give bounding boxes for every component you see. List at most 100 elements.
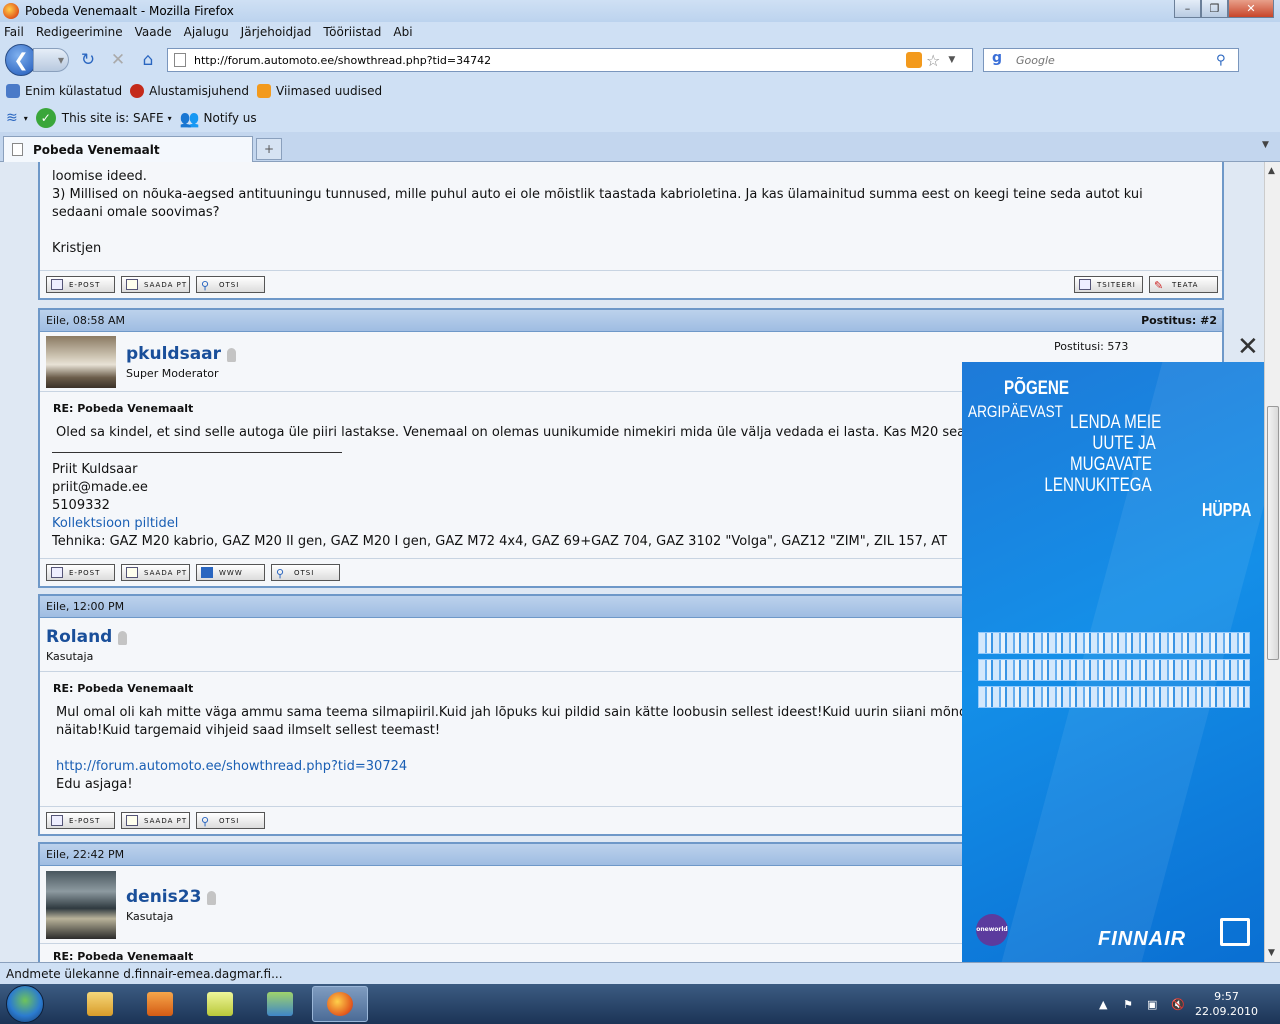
email-button[interactable]: E-POST bbox=[46, 812, 115, 829]
search-button[interactable]: ⚲ OTSI bbox=[196, 276, 265, 293]
stop-icon[interactable]: ✕ bbox=[107, 49, 129, 71]
sig-collection-link[interactable]: Kollektsioon piltidel bbox=[52, 516, 178, 531]
bookmark-most-visited[interactable]: Enim külastatud bbox=[6, 84, 122, 98]
wifi-icon[interactable]: ≋ bbox=[6, 110, 18, 126]
url-dropdown-icon[interactable]: ▼ bbox=[948, 55, 955, 65]
start-button[interactable] bbox=[6, 985, 44, 1023]
tab-list-icon[interactable]: ▼ bbox=[1262, 140, 1276, 158]
close-window-button[interactable]: ✕ bbox=[1228, 0, 1274, 18]
quote-button[interactable]: TSITEERI bbox=[1074, 276, 1143, 293]
tab-pobeda[interactable]: Pobeda Venemaalt bbox=[3, 136, 253, 162]
offline-status-icon bbox=[227, 348, 237, 362]
minimize-button[interactable]: – bbox=[1174, 0, 1201, 18]
post2-username[interactable]: pkuldsaar bbox=[126, 344, 221, 364]
menu-fail[interactable]: Fail bbox=[4, 25, 24, 39]
scroll-up-icon[interactable]: ▲ bbox=[1268, 166, 1275, 176]
finnair-ad[interactable]: PÕGENE ARGIPÄEVAST LENDA MEIE UUTE JA MU… bbox=[962, 362, 1264, 962]
show-hidden-icons[interactable]: ▲ bbox=[1099, 998, 1113, 1011]
url-input[interactable] bbox=[194, 53, 894, 67]
taskbar-sticky-notes[interactable] bbox=[192, 986, 248, 1022]
send-pm-button[interactable]: SAADA PT bbox=[121, 276, 190, 293]
messenger-icon bbox=[267, 992, 293, 1016]
address-bar[interactable]: ☆ ▼ bbox=[167, 48, 973, 72]
google-engine-icon[interactable]: g bbox=[986, 50, 1008, 70]
search-button[interactable]: ⚲ OTSI bbox=[271, 564, 340, 581]
taskbar-firefox[interactable] bbox=[312, 986, 368, 1022]
avatar[interactable] bbox=[46, 335, 116, 388]
menu-vaade[interactable]: Vaade bbox=[135, 25, 172, 39]
status-bar: Andmete ülekanne d.finnair-emea.dagmar.f… bbox=[0, 962, 1280, 984]
network-icon[interactable]: ▣ bbox=[1147, 998, 1161, 1011]
post3-thread-link[interactable]: http://forum.automoto.ee/showthread.php?… bbox=[56, 759, 407, 774]
site-safe-status[interactable]: This site is: SAFE bbox=[62, 111, 164, 125]
magnifier-icon: ⚲ bbox=[201, 279, 211, 292]
post2-header: Eile, 08:58 AM Postitus: #2 bbox=[40, 310, 1222, 332]
search-input[interactable] bbox=[1016, 53, 1216, 67]
menu-redigeerimine[interactable]: Redigeerimine bbox=[36, 25, 123, 39]
post2-user-role: Super Moderator bbox=[126, 366, 219, 380]
notify-us-button[interactable]: Notify us bbox=[204, 111, 257, 125]
bookmark-latest-headlines[interactable]: Viimased uudised bbox=[257, 84, 382, 98]
avatar[interactable] bbox=[46, 870, 116, 939]
post4-username[interactable]: denis23 bbox=[126, 887, 201, 907]
new-tab-button[interactable]: + bbox=[256, 138, 282, 160]
ad-headline-2: ARGIPÄEVAST bbox=[968, 402, 1063, 421]
taskbar-explorer[interactable] bbox=[72, 986, 128, 1022]
globe-icon bbox=[201, 567, 213, 578]
tab-page-icon bbox=[12, 143, 23, 156]
menu-abi[interactable]: Abi bbox=[393, 25, 412, 39]
envelope-icon bbox=[51, 279, 63, 290]
search-icon[interactable]: ⚲ bbox=[1216, 53, 1226, 68]
safe-dropdown-icon[interactable]: ▾ bbox=[168, 114, 172, 123]
post3-username[interactable]: Roland bbox=[46, 627, 112, 647]
envelope-icon bbox=[51, 815, 63, 826]
forward-button[interactable]: ▾ bbox=[33, 48, 69, 72]
send-pm-button[interactable]: SAADA PT bbox=[121, 564, 190, 581]
addon-toolbar: ≋ ▾ ✓ This site is: SAFE ▾ 👥 Notify us bbox=[0, 104, 1280, 132]
bookmark-getting-started[interactable]: Alustamisjuhend bbox=[130, 84, 249, 98]
post3-user-role: Kasutaja bbox=[46, 649, 94, 663]
menu-tooriistad[interactable]: Tööriistad bbox=[323, 25, 381, 39]
reload-icon[interactable]: ↻ bbox=[77, 49, 99, 71]
home-icon[interactable]: ⌂ bbox=[137, 49, 159, 71]
send-pm-button[interactable]: SAADA PT bbox=[121, 812, 190, 829]
taskbar-messenger[interactable] bbox=[252, 986, 308, 1022]
menu-ajalugu[interactable]: Ajalugu bbox=[184, 25, 229, 39]
bookmarks-toolbar: Enim külastatud Alustamisjuhend Viimased… bbox=[0, 78, 1280, 104]
page-scrollbar[interactable]: ▲ ▼ bbox=[1264, 162, 1280, 962]
rss-feed-icon[interactable] bbox=[906, 52, 922, 68]
post-1: loomise ideed. 3) Millised on nõuka-aegs… bbox=[38, 162, 1224, 300]
post4-date: Eile, 22:42 PM bbox=[46, 848, 125, 861]
taskbar-media-player[interactable] bbox=[132, 986, 188, 1022]
ad-cta[interactable]: HÜPPA bbox=[1202, 500, 1251, 521]
scroll-down-icon[interactable]: ▼ bbox=[1268, 948, 1275, 958]
scrollbar-thumb[interactable] bbox=[1267, 406, 1279, 660]
email-button[interactable]: E-POST bbox=[46, 276, 115, 293]
action-center-flag-icon[interactable]: ⚑ bbox=[1123, 998, 1137, 1011]
toolbar-dropdown-icon[interactable]: ▾ bbox=[24, 114, 28, 123]
website-button[interactable]: WWW bbox=[196, 564, 265, 581]
status-text: Andmete ülekanne d.finnair-emea.dagmar.f… bbox=[6, 966, 283, 981]
window-title: Pobeda Venemaalt - Mozilla Firefox bbox=[25, 4, 234, 18]
firefox-icon bbox=[3, 3, 19, 19]
quote-icon bbox=[1079, 279, 1091, 290]
menu-jarjehoidjad[interactable]: Järjehoidjad bbox=[241, 25, 312, 39]
pm-icon bbox=[126, 815, 138, 826]
finnair-logo: FINNAIR bbox=[1098, 928, 1187, 950]
volume-muted-icon[interactable]: 🔇 bbox=[1171, 998, 1185, 1011]
system-clock[interactable]: 9:57 22.09.2010 bbox=[1195, 989, 1258, 1019]
email-button[interactable]: E-POST bbox=[46, 564, 115, 581]
search-box[interactable]: g ⚲ bbox=[983, 48, 1239, 72]
firefox-bookmark-icon bbox=[130, 84, 145, 98]
post1-line2: 3) Millised on nõuka-aegsed antituuningu… bbox=[52, 187, 1143, 202]
bookmark-star-icon[interactable]: ☆ bbox=[926, 51, 940, 70]
post2-number[interactable]: Postitus: #2 bbox=[1141, 314, 1217, 327]
offline-status-icon bbox=[207, 891, 217, 905]
search-button[interactable]: ⚲ OTSI bbox=[196, 812, 265, 829]
report-button[interactable]: ✎ TEATA bbox=[1149, 276, 1218, 293]
pm-icon bbox=[126, 567, 138, 578]
finnair-flag-icon bbox=[1220, 918, 1250, 946]
ad-close-button[interactable]: ✕ bbox=[1237, 332, 1259, 362]
maximize-button[interactable]: ❐ bbox=[1201, 0, 1228, 18]
windows-taskbar: ▲ ⚑ ▣ 🔇 9:57 22.09.2010 bbox=[0, 984, 1280, 1024]
